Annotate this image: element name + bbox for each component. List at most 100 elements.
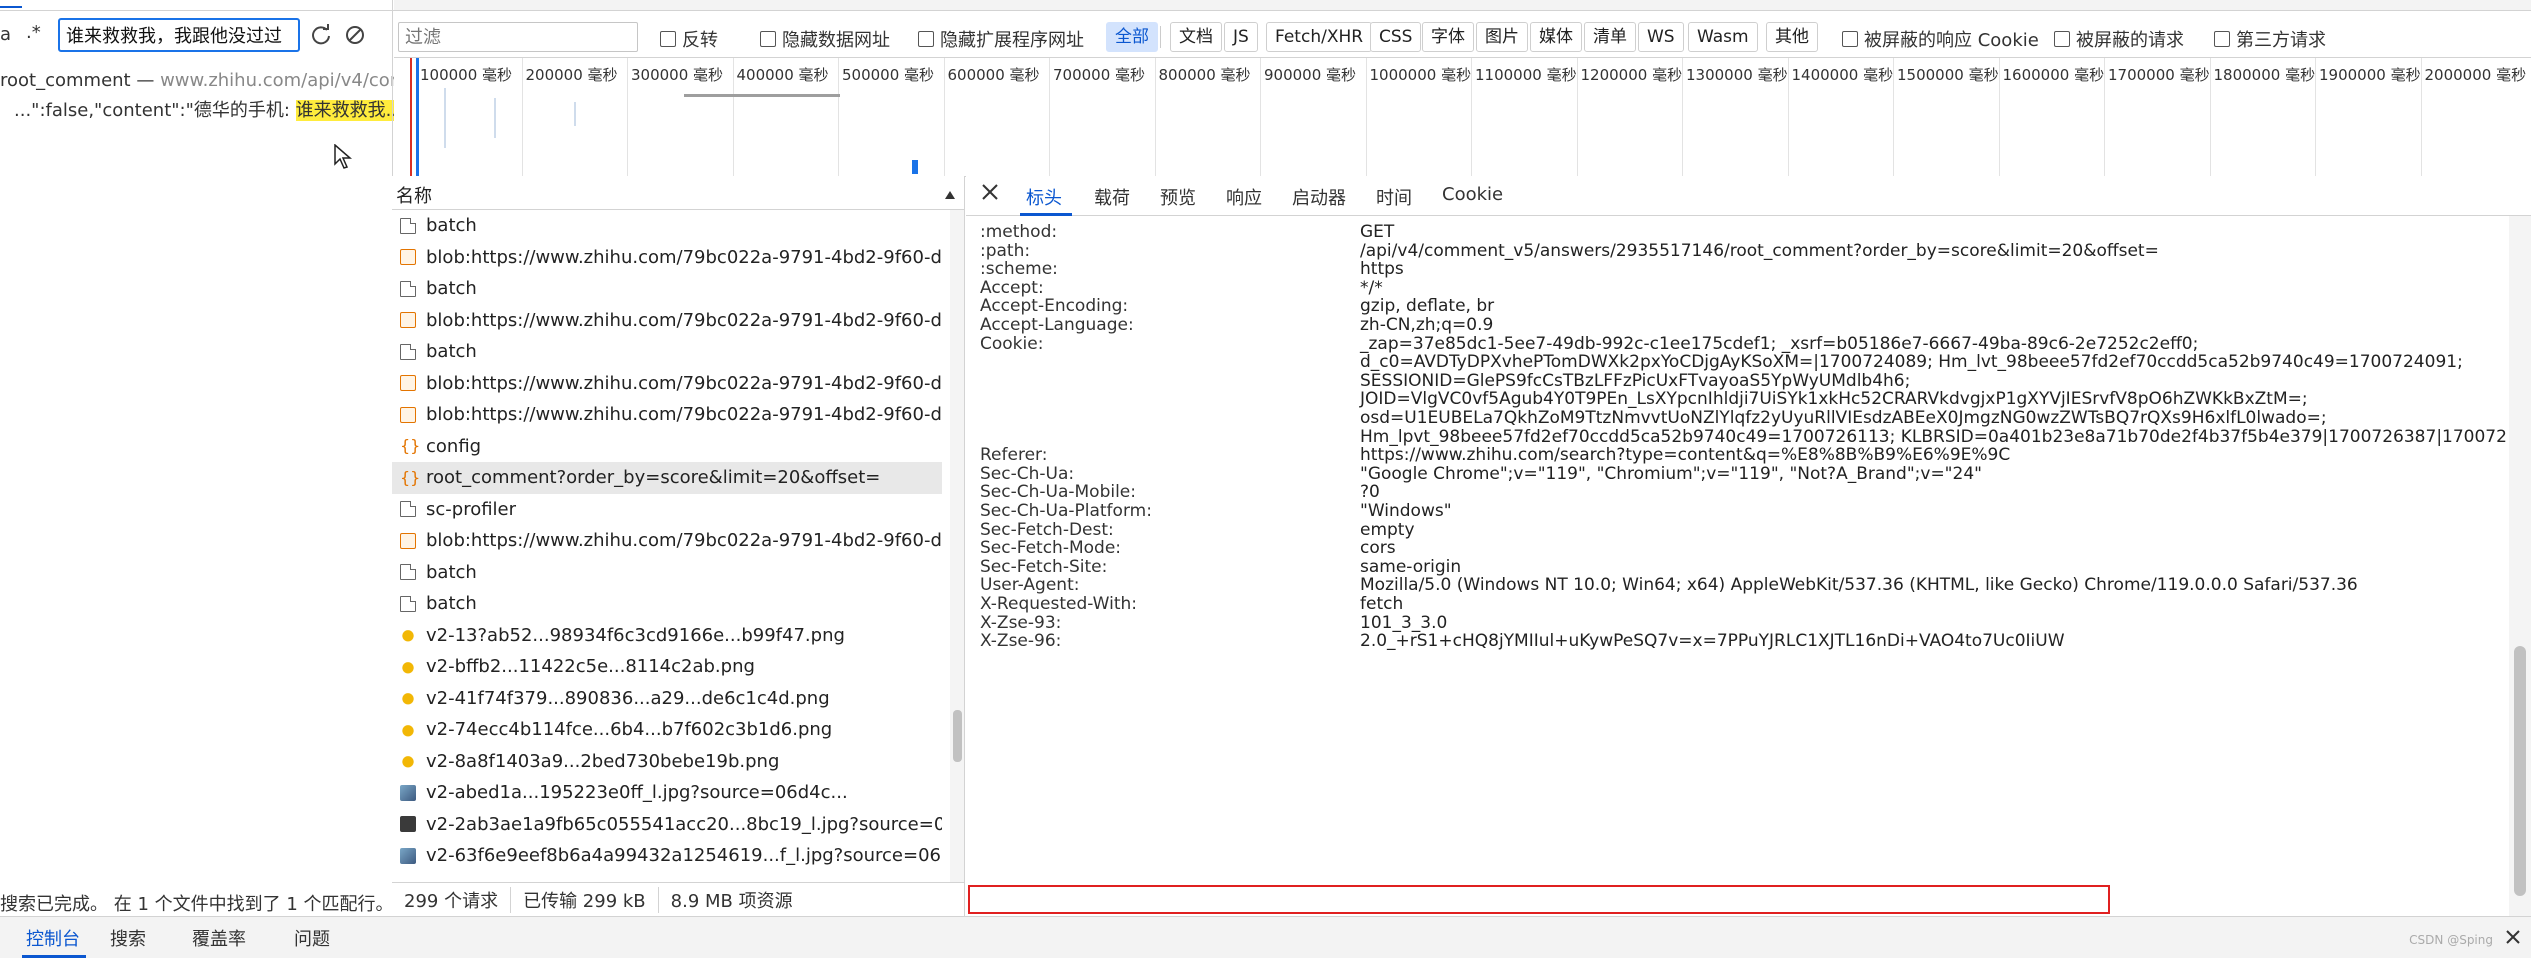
type-filter-ws[interactable]: WS xyxy=(1638,22,1684,52)
scrollbar-thumb[interactable] xyxy=(2514,646,2526,896)
request-row[interactable]: batch xyxy=(392,336,942,368)
request-row[interactable]: v2-74ecc4b114fce...6b4...b7f602c3b1d6.pn… xyxy=(392,714,942,746)
hide-data-urls-checkbox[interactable]: 隐藏数据网址 xyxy=(760,26,890,52)
sort-arrow-icon[interactable] xyxy=(944,184,956,205)
header-value[interactable]: same-origin xyxy=(1360,557,1461,577)
timeline-gridline xyxy=(1260,58,1261,176)
type-filter-other[interactable]: 其他 xyxy=(1766,22,1818,52)
drawer-tab-search[interactable]: 搜索 xyxy=(110,925,146,951)
header-value[interactable]: GET xyxy=(1360,222,1394,242)
header-value[interactable]: cors xyxy=(1360,538,1396,558)
refresh-icon[interactable] xyxy=(306,20,336,50)
request-row[interactable]: blob:https://www.zhihu.com/79bc022a-9791… xyxy=(392,305,942,337)
hide-extension-urls-checkbox[interactable]: 隐藏扩展程序网址 xyxy=(918,26,1084,52)
type-filter-fetch-xhr[interactable]: Fetch/XHR xyxy=(1266,22,1373,52)
request-list-scrollbar[interactable] xyxy=(950,210,964,882)
tab-response[interactable]: 响应 xyxy=(1226,184,1262,210)
close-drawer-icon[interactable] xyxy=(2505,929,2521,950)
request-row[interactable]: v2-63f6e9eef8b6a4a99432a1254619...f_l.jp… xyxy=(392,840,942,872)
header-value[interactable]: Mozilla/5.0 (Windows NT 10.0; Win64; x64… xyxy=(1360,575,2358,595)
blocked-cookies-checkbox[interactable]: 被屏蔽的响应 Cookie xyxy=(1842,26,2039,52)
timeline-gridline xyxy=(521,58,523,176)
tab-payload[interactable]: 载荷 xyxy=(1094,184,1130,210)
request-row[interactable]: blob:https://www.zhihu.com/79bc022a-9791… xyxy=(392,399,942,431)
request-row[interactable]: v2-8a8f1403a9...2bed730bebe19b.png xyxy=(392,746,942,778)
timeline-overview[interactable]: 100000 毫秒 200000 毫秒 300000 毫秒 400000 毫秒 5000… xyxy=(394,58,2531,176)
search-result-line[interactable]: ...":false,"content":"德华的手机: 谁来救救我... xyxy=(14,96,394,122)
scrollbar-thumb[interactable] xyxy=(953,710,962,762)
header-value[interactable]: */* xyxy=(1360,278,1383,298)
type-filter-js[interactable]: JS xyxy=(1224,22,1258,52)
header-value[interactable]: SESSIONID=GlePS9fcCsTBzLFFzPicUxFTvayoaS… xyxy=(1360,371,1910,391)
tab-cookies[interactable]: Cookie xyxy=(1442,184,1503,205)
type-filter-doc[interactable]: 文档 xyxy=(1170,22,1222,52)
list-details-divider[interactable] xyxy=(964,176,965,916)
tab-preview[interactable]: 预览 xyxy=(1160,184,1196,210)
header-value[interactable]: gzip, deflate, br xyxy=(1360,296,1494,316)
request-row[interactable]: blob:https://www.zhihu.com/79bc022a-9791… xyxy=(392,242,942,274)
timeline-tick-label: 600000 毫秒 xyxy=(947,66,1040,84)
header-value[interactable]: osd=U1EUBELa7QkhZoM9TtzNmvvtUoNZlYlqfz2y… xyxy=(1360,408,2327,428)
drawer-tab-coverage[interactable]: 覆盖率 xyxy=(192,925,246,951)
blocked-requests-checkbox[interactable]: 被屏蔽的请求 xyxy=(2054,26,2184,52)
request-row[interactable]: batch xyxy=(392,273,942,305)
request-row[interactable]: v2-2ab3ae1a9fb65c055541acc20...8bc19_l.j… xyxy=(392,809,942,841)
tab-timing[interactable]: 时间 xyxy=(1376,184,1412,210)
search-status: 搜索已完成。 在 1 个文件中找到了 1 个匹配行。 xyxy=(0,894,394,915)
type-filter-all[interactable]: 全部 xyxy=(1106,22,1158,52)
request-row[interactable]: v2-13?ab52...98934f6c3cd9166e...b99f47.p… xyxy=(392,620,942,652)
filter-input[interactable] xyxy=(398,22,638,52)
type-filter-wasm[interactable]: Wasm xyxy=(1688,22,1758,52)
search-input[interactable] xyxy=(58,18,300,52)
request-row[interactable]: {} root_comment?order_by=score&limit=20&o… xyxy=(392,462,942,494)
match-case-toggle[interactable]: a xyxy=(0,24,11,45)
drawer-tab-console[interactable]: 控制台 xyxy=(26,925,80,951)
header-value[interactable]: 2.0_+rS1+cHQ8jYMIIul+uKywPeSQ7v=x=7PPuYJ… xyxy=(1360,631,2065,651)
request-row[interactable]: batch xyxy=(392,210,942,242)
clear-icon[interactable] xyxy=(340,20,370,50)
third-party-checkbox[interactable]: 第三方请求 xyxy=(2214,26,2326,52)
header-value[interactable]: Hm_lpvt_98beee57fd2ef70ccdd5ca52b9740c49… xyxy=(1360,427,2506,447)
regex-toggle[interactable]: .* xyxy=(26,22,41,43)
header-value[interactable]: empty xyxy=(1360,520,1415,540)
checkbox-box xyxy=(2054,31,2070,47)
request-row[interactable]: blob:https://www.zhihu.com/79bc022a-9791… xyxy=(392,368,942,400)
column-header-name[interactable]: 名称 xyxy=(392,176,964,210)
request-row[interactable]: v2-41f74f379...890836...a29...de6c1c4d.p… xyxy=(392,683,942,715)
request-row[interactable]: v2-bffb2...11422c5e...8114c2ab.png xyxy=(392,651,942,683)
header-value[interactable]: "Google Chrome";v="119", "Chromium";v="1… xyxy=(1360,464,1982,484)
type-filter-css[interactable]: CSS xyxy=(1370,22,1422,52)
request-row[interactable]: batch xyxy=(392,557,942,589)
header-value[interactable]: /api/v4/comment_v5/answers/2935517146/ro… xyxy=(1360,241,2159,261)
header-value[interactable]: https://www.zhihu.com/search?type=conten… xyxy=(1360,445,2010,465)
request-row[interactable]: blob:https://www.zhihu.com/79bc022a-9791… xyxy=(392,525,942,557)
header-value[interactable]: fetch xyxy=(1360,594,1403,614)
image-icon xyxy=(400,784,416,801)
tab-initiator[interactable]: 启动器 xyxy=(1292,184,1346,210)
header-value[interactable]: JOID=VlgVC0vf5Agub4Y0T9PEn_LsXYpcnIhldji… xyxy=(1360,389,2308,409)
header-value[interactable]: d_c0=AVDTyDPXvhePTomDWXk2pxYoCDjgAyKSoXM… xyxy=(1360,352,2463,372)
search-tab-indicator[interactable] xyxy=(0,0,22,8)
search-result-file[interactable]: root_comment — www.zhihu.com/api/v4/com.… xyxy=(0,70,425,91)
header-value[interactable]: https xyxy=(1360,259,1404,279)
drawer-tab-issues[interactable]: 问题 xyxy=(294,925,330,951)
request-row[interactable]: sc-profiler xyxy=(392,494,942,526)
type-filter-media[interactable]: 媒体 xyxy=(1530,22,1582,52)
search-panel: a .* root_comment — www.zhihu.com/api/v4… xyxy=(0,0,425,916)
header-value[interactable]: zh-CN,zh;q=0.9 xyxy=(1360,315,1493,335)
header-value[interactable]: _zap=37e85dc1-5ee7-49db-992c-c1ee175cdef… xyxy=(1360,334,2198,354)
type-filter-manifest[interactable]: 清单 xyxy=(1584,22,1636,52)
request-name: blob:https://www.zhihu.com/79bc022a-9791… xyxy=(426,372,942,394)
invert-checkbox[interactable]: 反转 xyxy=(660,26,718,52)
header-value[interactable]: ?0 xyxy=(1360,482,1380,502)
close-details-icon[interactable] xyxy=(980,182,1000,207)
header-value[interactable]: "Windows" xyxy=(1360,501,1452,521)
tab-headers[interactable]: 标头 xyxy=(1026,184,1062,210)
type-filter-img[interactable]: 图片 xyxy=(1476,22,1528,52)
details-scrollbar[interactable] xyxy=(2509,216,2531,916)
request-row[interactable]: {} config xyxy=(392,431,942,463)
type-filter-font[interactable]: 字体 xyxy=(1422,22,1474,52)
request-row[interactable]: v2-abed1a...195223e0ff_l.jpg?source=06d4… xyxy=(392,777,942,809)
header-value[interactable]: 101_3_3.0 xyxy=(1360,613,1447,633)
request-row[interactable]: batch xyxy=(392,588,942,620)
